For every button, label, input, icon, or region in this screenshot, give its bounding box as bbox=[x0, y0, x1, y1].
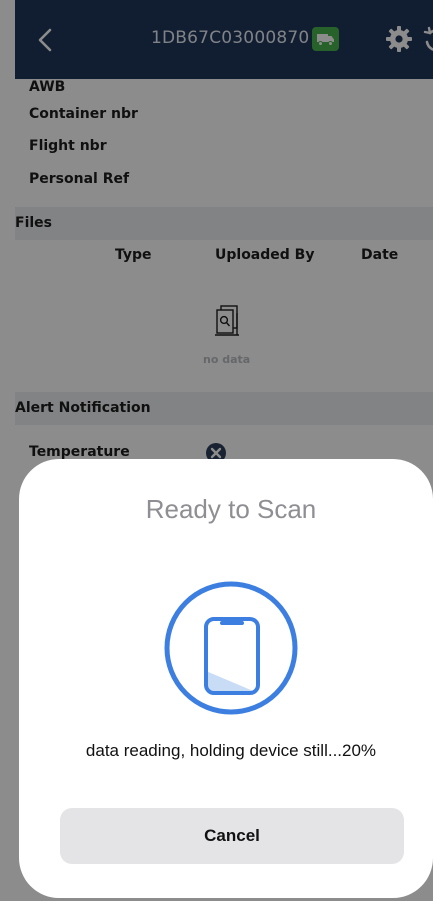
nfc-scan-sheet: Ready to Scan data reading, holding devi… bbox=[19, 459, 433, 898]
app-screen: 1DB67C03000870 AWB Container nbr Flight … bbox=[0, 0, 433, 901]
cancel-button[interactable]: Cancel bbox=[60, 808, 404, 864]
scan-sheet-title: Ready to Scan bbox=[145, 494, 317, 524]
phone-scan-icon bbox=[164, 581, 298, 715]
scan-status-text: data reading, holding device still...20% bbox=[85, 741, 377, 760]
